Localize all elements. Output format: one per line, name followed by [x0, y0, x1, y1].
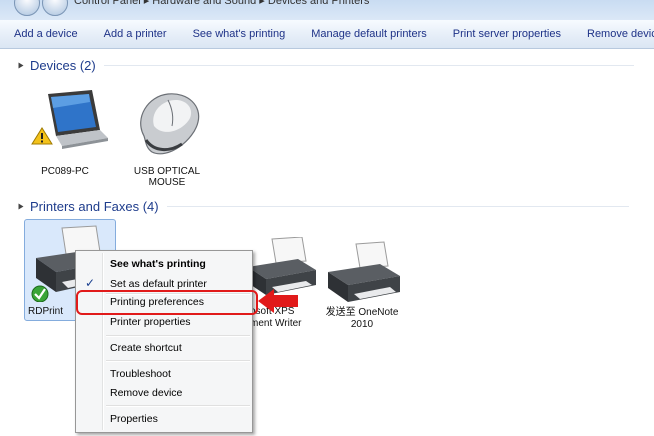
device-label: PC089-PC [41, 166, 89, 177]
device-pc089-pc[interactable]: PC089-PC [22, 86, 108, 178]
group-divider [166, 205, 629, 207]
manage-default-printers-button[interactable]: Manage default printers [298, 20, 440, 48]
device-usb-optical-mouse[interactable]: USB OPTICAL MOUSE [124, 86, 210, 190]
printer-label: 发送至 OneNote [325, 307, 399, 318]
menu-item-see-whats-printing[interactable]: See what's printing [110, 257, 206, 271]
check-icon: ✓ [85, 276, 96, 290]
highlight-outline [76, 290, 258, 315]
group-header-devices[interactable]: Devices (2) [18, 57, 634, 73]
device-label: USB OPTICAL [133, 166, 201, 177]
menu-separator [106, 335, 250, 337]
printer-icon [328, 241, 400, 302]
printer-send-to-onenote[interactable]: 发送至 OneNote 2010 [318, 240, 406, 332]
command-toolbar: Add a device Add a printer See what's pr… [0, 20, 654, 49]
context-menu: See what's printing ✓ Set as default pri… [75, 250, 253, 433]
nav-buttons[interactable] [14, 0, 68, 16]
group-title: Devices (2) [30, 57, 96, 73]
see-whats-printing-button[interactable]: See what's printing [180, 20, 299, 48]
add-printer-button[interactable]: Add a printer [91, 20, 180, 48]
group-divider [103, 64, 634, 66]
group-title: Printers and Faxes (4) [30, 198, 159, 214]
menu-gutter [102, 253, 104, 430]
menu-item-printer-properties[interactable]: Printer properties [110, 315, 191, 329]
add-device-button[interactable]: Add a device [0, 20, 91, 48]
printer-label-line2: 2010 [350, 319, 374, 330]
mouse-icon [140, 93, 200, 155]
collapse-icon[interactable] [18, 62, 24, 68]
breadcrumb[interactable]: Control Panel ▸ Hardware and Sound ▸ Dev… [74, 0, 369, 8]
device-label-line2: MOUSE [148, 177, 186, 188]
menu-item-troubleshoot[interactable]: Troubleshoot [110, 367, 171, 381]
back-icon[interactable] [14, 0, 40, 16]
laptop-warning-icon [31, 90, 108, 149]
printer-label-line2: ment Writer [250, 318, 302, 329]
menu-separator [106, 360, 250, 362]
remove-device-button[interactable]: Remove device [574, 20, 654, 48]
collapse-icon[interactable] [18, 203, 24, 209]
menu-separator [106, 405, 250, 407]
menu-item-set-default-printer[interactable]: Set as default printer [110, 277, 207, 291]
print-server-properties-button[interactable]: Print server properties [440, 20, 574, 48]
address-bar: Control Panel ▸ Hardware and Sound ▸ Dev… [0, 0, 654, 21]
menu-item-remove-device[interactable]: Remove device [110, 386, 182, 400]
group-header-printers[interactable]: Printers and Faxes (4) [18, 198, 629, 214]
menu-item-properties[interactable]: Properties [110, 412, 158, 426]
menu-item-create-shortcut[interactable]: Create shortcut [110, 341, 182, 355]
red-arrow-icon [258, 289, 298, 313]
forward-icon[interactable] [42, 0, 68, 16]
